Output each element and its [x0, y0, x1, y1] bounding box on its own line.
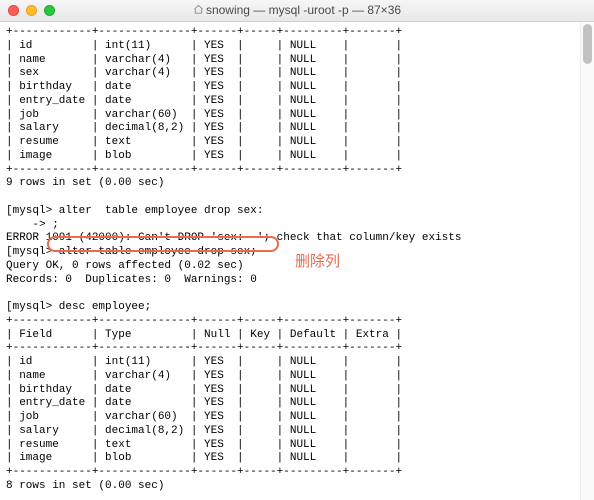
terminal-line: | name | varchar(4) | YES | | NULL | |: [6, 54, 588, 68]
close-window-button[interactable]: [8, 5, 19, 16]
terminal-line: | birthday | date | YES | | NULL | |: [6, 384, 588, 398]
terminal-line: +------------+--------------+------+----…: [6, 164, 588, 178]
terminal-line: 8 rows in set (0.00 sec): [6, 480, 588, 494]
terminal-line: | image | blob | YES | | NULL | |: [6, 452, 588, 466]
terminal-line: 9 rows in set (0.00 sec): [6, 177, 588, 191]
terminal-line: | entry_date | date | YES | | NULL | |: [6, 397, 588, 411]
terminal-line: | id | int(11) | YES | | NULL | |: [6, 40, 588, 54]
terminal-line: | salary | decimal(8,2) | YES | | NULL |…: [6, 122, 588, 136]
scrollbar-thumb[interactable]: [583, 24, 592, 64]
minimize-window-button[interactable]: [26, 5, 37, 16]
zoom-window-button[interactable]: [44, 5, 55, 16]
terminal-line: | resume | text | YES | | NULL | |: [6, 439, 588, 453]
terminal-line: | birthday | date | YES | | NULL | |: [6, 81, 588, 95]
terminal-line: Records: 0 Duplicates: 0 Warnings: 0: [6, 274, 588, 288]
terminal-line: | entry_date | date | YES | | NULL | |: [6, 95, 588, 109]
window-title-text: snowing — mysql -uroot -p — 87×36: [206, 3, 401, 17]
terminal-line: [6, 287, 588, 301]
terminal-line: [6, 191, 588, 205]
terminal-line: ERROR 1091 (42000): Can't DROP 'sex: '; …: [6, 232, 588, 246]
terminal-line: | resume | text | YES | | NULL | |: [6, 136, 588, 150]
window-title: snowing — mysql -uroot -p — 87×36: [0, 3, 594, 18]
home-icon: [193, 4, 204, 18]
window-titlebar: snowing — mysql -uroot -p — 87×36: [0, 0, 594, 22]
terminal-line: | id | int(11) | YES | | NULL | |: [6, 356, 588, 370]
terminal-line: [6, 494, 588, 500]
terminal-line: | Field | Type | Null | Key | Default | …: [6, 329, 588, 343]
terminal-line: +------------+--------------+------+----…: [6, 342, 588, 356]
terminal-line: | image | blob | YES | | NULL | |: [6, 150, 588, 164]
terminal-line: -> ;: [6, 219, 588, 233]
terminal-output[interactable]: +------------+--------------+------+----…: [0, 22, 594, 500]
terminal-line: [mysql> alter table employee drop sex:: [6, 205, 588, 219]
terminal-line: +------------+--------------+------+----…: [6, 315, 588, 329]
terminal-line: [mysql> desc employee;: [6, 301, 588, 315]
terminal-line: | name | varchar(4) | YES | | NULL | |: [6, 370, 588, 384]
terminal-line: [mysql> alter table employee drop sex;: [6, 246, 588, 260]
terminal-line: | job | varchar(60) | YES | | NULL | |: [6, 411, 588, 425]
terminal-line: +------------+--------------+------+----…: [6, 466, 588, 480]
terminal-line: | job | varchar(60) | YES | | NULL | |: [6, 109, 588, 123]
terminal-line: | salary | decimal(8,2) | YES | | NULL |…: [6, 425, 588, 439]
window-controls: [8, 5, 55, 16]
terminal-line: | sex | varchar(4) | YES | | NULL | |: [6, 67, 588, 81]
terminal-line: Query OK, 0 rows affected (0.02 sec): [6, 260, 588, 274]
scrollbar[interactable]: [580, 22, 594, 500]
terminal-line: +------------+--------------+------+----…: [6, 26, 588, 40]
